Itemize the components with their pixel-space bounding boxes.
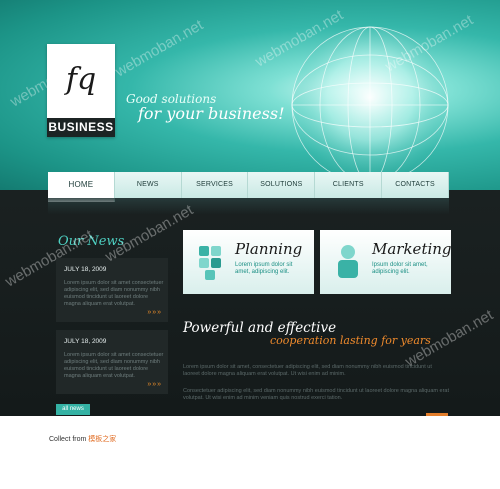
watermark-text: webmoban.net — [112, 16, 207, 81]
footer-source-link[interactable]: 模板之家 — [88, 436, 116, 443]
nav-news[interactable]: NEWS — [115, 172, 182, 198]
news-date: JULY 18, 2009 — [64, 338, 107, 345]
news-item: JULY 18, 2009 Lorem ipsum dolor sit amet… — [56, 258, 168, 322]
box-title: Marketing — [372, 240, 452, 258]
planning-box[interactable]: Planning Lorem ipsum dolor sit amet, adi… — [183, 230, 314, 294]
nav-solutions[interactable]: SOLUTIONS — [248, 172, 316, 198]
logo-name: BUSINESS — [47, 118, 115, 137]
news-text: Lorem ipsum dolor sit amet consectetuer … — [64, 352, 164, 379]
news-more-link[interactable]: »»» — [147, 309, 162, 316]
footer-label: Collect from — [49, 436, 87, 443]
all-news-button[interactable]: all news — [56, 404, 90, 415]
planning-icon — [199, 246, 221, 280]
main-nav: HOME NEWS SERVICES SOLUTIONS CLIENTS CON… — [48, 172, 449, 202]
news-date: JULY 18, 2009 — [64, 266, 107, 273]
news-item: JULY 18, 2009 Lorem ipsum dolor sit amet… — [56, 330, 168, 394]
page: webmoban.net webmoban.net webmoban.net w… — [0, 0, 500, 416]
logo-mark: fq — [65, 62, 97, 97]
nav-contacts[interactable]: CONTACTS — [382, 172, 449, 198]
headline-line2: cooperation lasting for years — [270, 334, 431, 347]
nav-services[interactable]: SERVICES — [182, 172, 249, 198]
nav-shadow — [48, 198, 449, 214]
paragraph: Consectetuer adipiscing elit, sed diam n… — [183, 388, 449, 401]
marketing-icon — [338, 245, 358, 278]
nav-clients[interactable]: CLIENTS — [315, 172, 383, 198]
logo[interactable]: fq BUSINESS — [47, 44, 115, 137]
more-button[interactable]: more — [426, 413, 448, 416]
news-more-link[interactable]: »»» — [147, 381, 162, 388]
marketing-box[interactable]: Marketing Ipsum dolor sit amet, adipisci… — [320, 230, 452, 294]
box-text: Ipsum dolor sit amet, adipiscing elit. — [372, 262, 428, 275]
box-text: Lorem ipsum dolor sit amet, adipiscing e… — [235, 262, 293, 275]
box-title: Planning — [235, 240, 303, 258]
tagline-line2: for your business! — [138, 104, 285, 123]
news-text: Lorem ipsum dolor sit amet consectetuer … — [64, 280, 164, 307]
footer: Collect from 模板之家 — [49, 434, 116, 444]
